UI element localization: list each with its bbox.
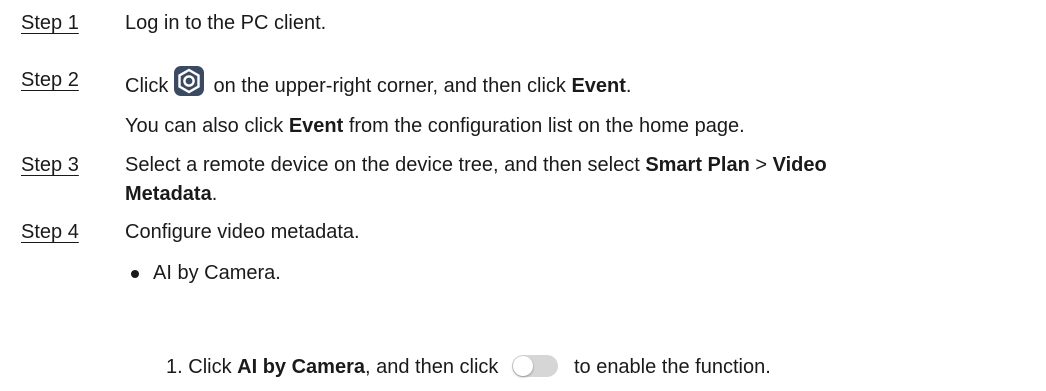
sub-step-post: to enable the function. [573, 356, 771, 378]
step-4-text: Configure video metadata. [125, 221, 360, 243]
settings-gear-icon[interactable] [173, 66, 204, 96]
step-3-label: Step 3 [21, 154, 79, 176]
step-1-label: Step 1 [21, 12, 79, 34]
step-3-smart-plan-bold: Smart Plan [645, 154, 750, 176]
sub-step-1: 1. Click AI by Camera, and then click to… [166, 355, 771, 379]
step-2-note-pre: You can also click [125, 115, 289, 137]
toggle-switch-off-icon[interactable] [511, 355, 558, 377]
step-3-metadata-bold: Metadata [125, 183, 212, 205]
step-2-post-text: on the upper-right corner, and then clic… [207, 75, 572, 97]
step-2-label: Step 2 [21, 69, 79, 91]
step-3-video-bold: Video [772, 154, 827, 176]
sub-step-pre: Click [182, 356, 238, 378]
step-2-click-text: Click [125, 75, 169, 97]
step-3-separator: > [749, 154, 773, 176]
toggle-knob [512, 356, 533, 376]
bullet-item-text: AI by Camera. [153, 262, 281, 284]
sub-step-mid: , and then click [364, 356, 504, 378]
step-2-event-bold: Event [571, 75, 626, 97]
step-3-end: . [211, 183, 218, 205]
step-2-note-post: from the configuration list on the home … [343, 115, 745, 137]
step-2-text: Click on the upper-right corner, and the… [125, 66, 631, 98]
step-3-pre: Select a remote device on the device tre… [125, 154, 646, 176]
sub-step-ai-by-camera-bold: AI by Camera [237, 356, 365, 378]
bullet-dot [131, 270, 139, 278]
step-3-text-cont: Metadata. [125, 183, 217, 206]
step-1-text: Log in to the PC client. [125, 12, 327, 34]
step-2-note: You can also click Event from the config… [125, 115, 745, 138]
step-2-note-event-bold: Event [288, 115, 344, 137]
step-4-label: Step 4 [21, 221, 79, 243]
step-2-end: . [625, 75, 632, 97]
step-3-text: Select a remote device on the device tre… [125, 154, 827, 177]
sub-step-number: 1. [166, 356, 183, 378]
